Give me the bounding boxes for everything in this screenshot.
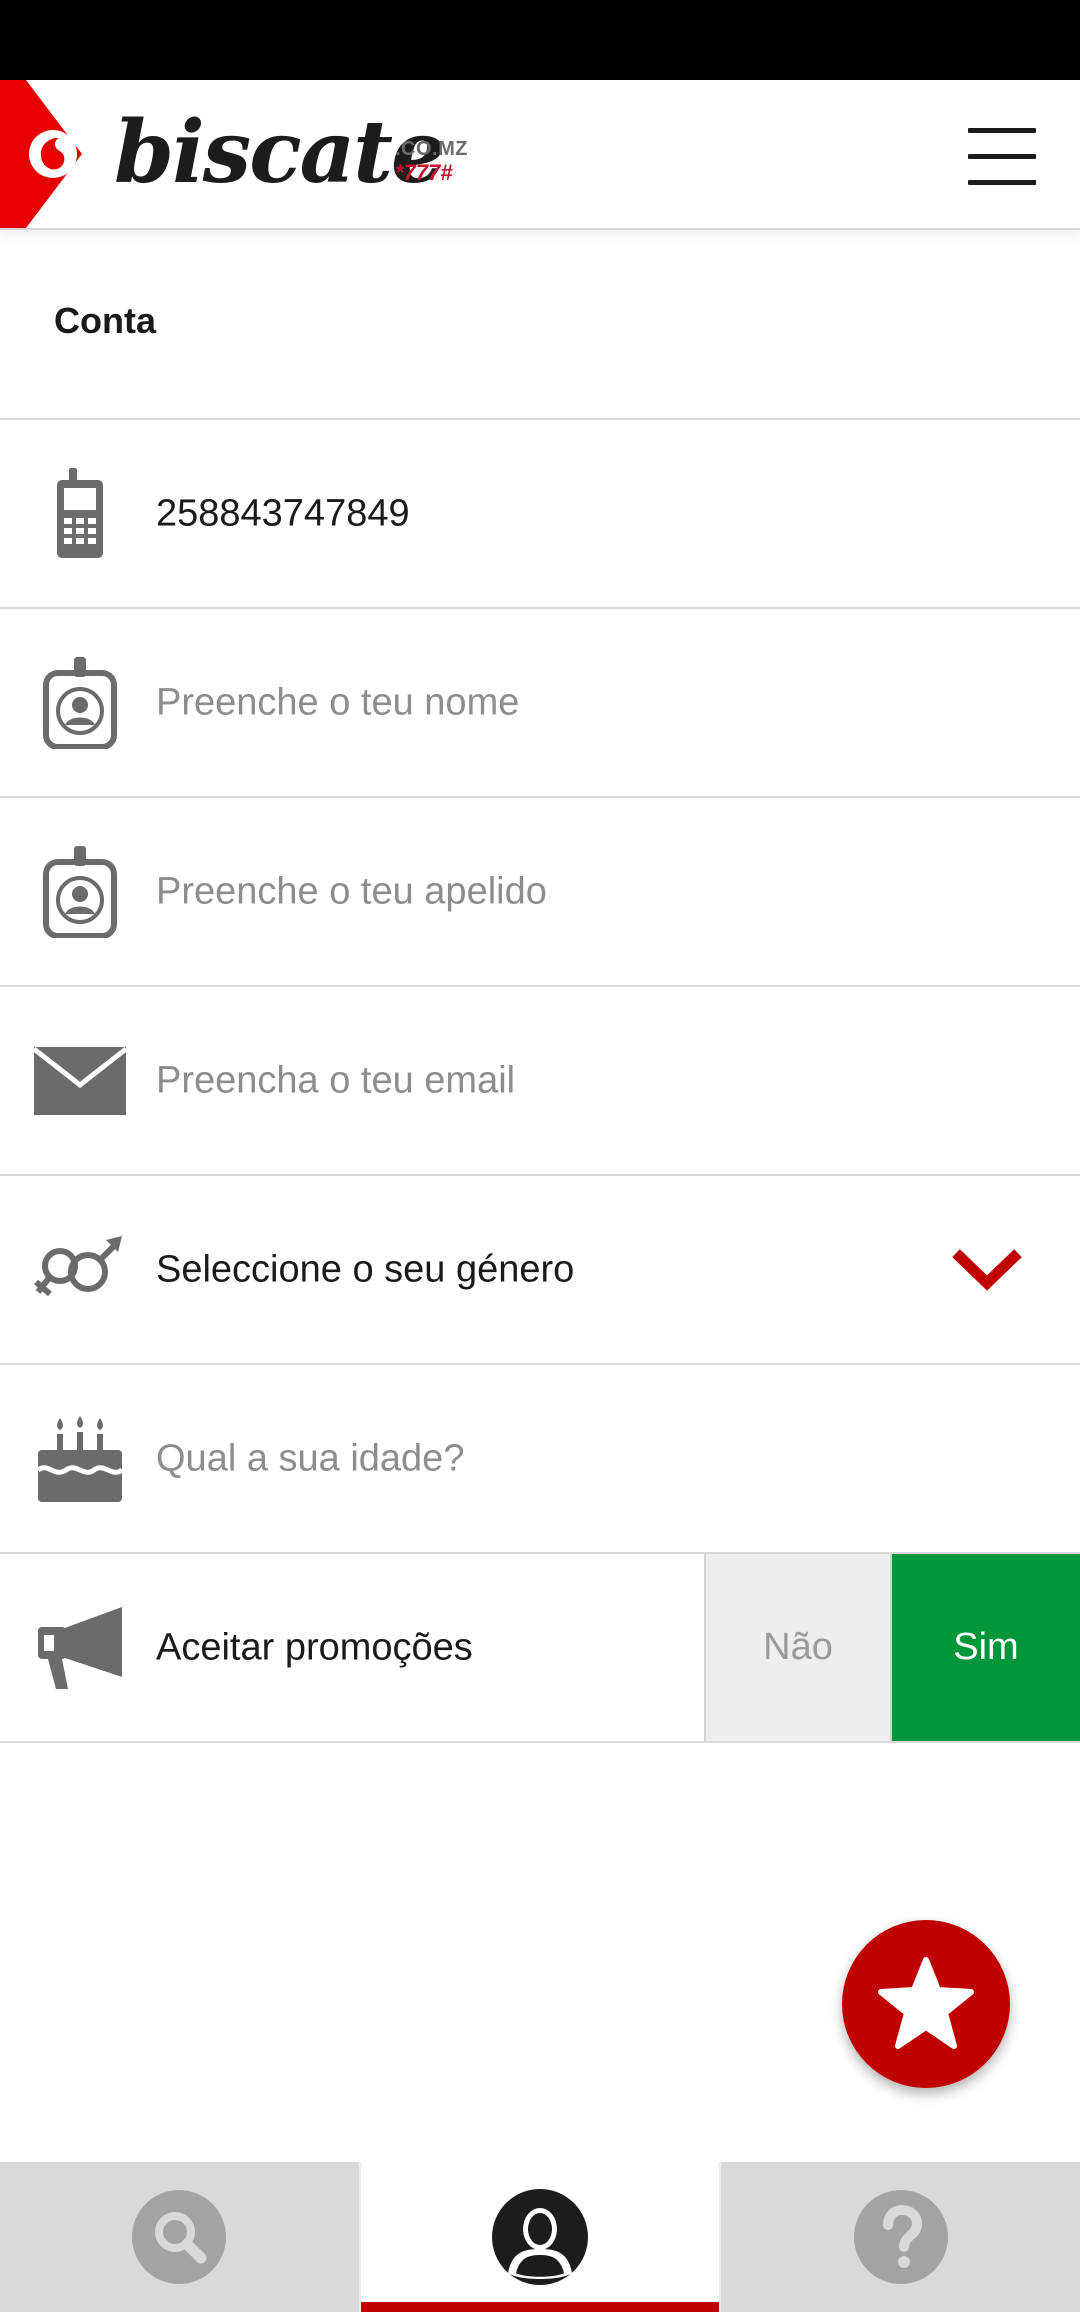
vodafone-logo-icon (0, 80, 82, 228)
gender-symbols-icon (30, 1220, 130, 1320)
first-name-row (0, 609, 1080, 798)
last-name-input[interactable] (156, 870, 1036, 913)
hamburger-menu-icon[interactable] (964, 124, 1040, 188)
logo-domain: .CO.MZ (395, 138, 468, 160)
search-icon (132, 2190, 227, 2284)
favorites-fab-button[interactable] (842, 1920, 1010, 2088)
tab-help[interactable] (719, 2162, 1080, 2312)
user-profile-icon (492, 2189, 588, 2285)
promotions-label: Aceitar promoções (156, 1626, 473, 1668)
age-input[interactable] (156, 1437, 1036, 1480)
age-row (0, 1365, 1080, 1554)
mobile-phone-icon (30, 464, 130, 564)
bottom-nav (0, 2162, 1080, 2312)
phone-number-value[interactable]: 258843747849 (156, 492, 410, 535)
first-name-input[interactable] (156, 681, 1036, 724)
id-badge-icon (30, 653, 130, 753)
id-badge-icon (30, 842, 130, 942)
envelope-icon (30, 1031, 130, 1131)
app-header: biscate .CO.MZ *777# (0, 80, 1080, 230)
gender-select[interactable]: Seleccione o seu género (0, 1176, 1080, 1365)
email-input[interactable] (156, 1059, 1036, 1102)
email-row (0, 987, 1080, 1176)
status-bar (0, 0, 1080, 80)
page-title: Conta (54, 300, 156, 341)
megaphone-icon (30, 1598, 130, 1698)
logo-ussd-code: *777# (395, 160, 453, 185)
help-question-icon (853, 2190, 948, 2284)
gender-select-label: Seleccione o seu género (156, 1248, 575, 1290)
last-name-row (0, 798, 1080, 987)
promotions-row: Aceitar promoções Não Sim (0, 1554, 1080, 1743)
promotions-toggle: Não Sim (704, 1554, 1080, 1741)
birthday-cake-icon (30, 1409, 130, 1509)
promotions-no-option[interactable]: Não (704, 1554, 892, 1741)
tab-profile[interactable] (358, 2162, 720, 2312)
tab-search[interactable] (0, 2162, 359, 2312)
chevron-down-icon[interactable] (952, 1245, 1022, 1295)
star-icon (878, 1957, 974, 2049)
promotions-yes-option[interactable]: Sim (892, 1554, 1080, 1741)
phone-row: 258843747849 (0, 420, 1080, 609)
